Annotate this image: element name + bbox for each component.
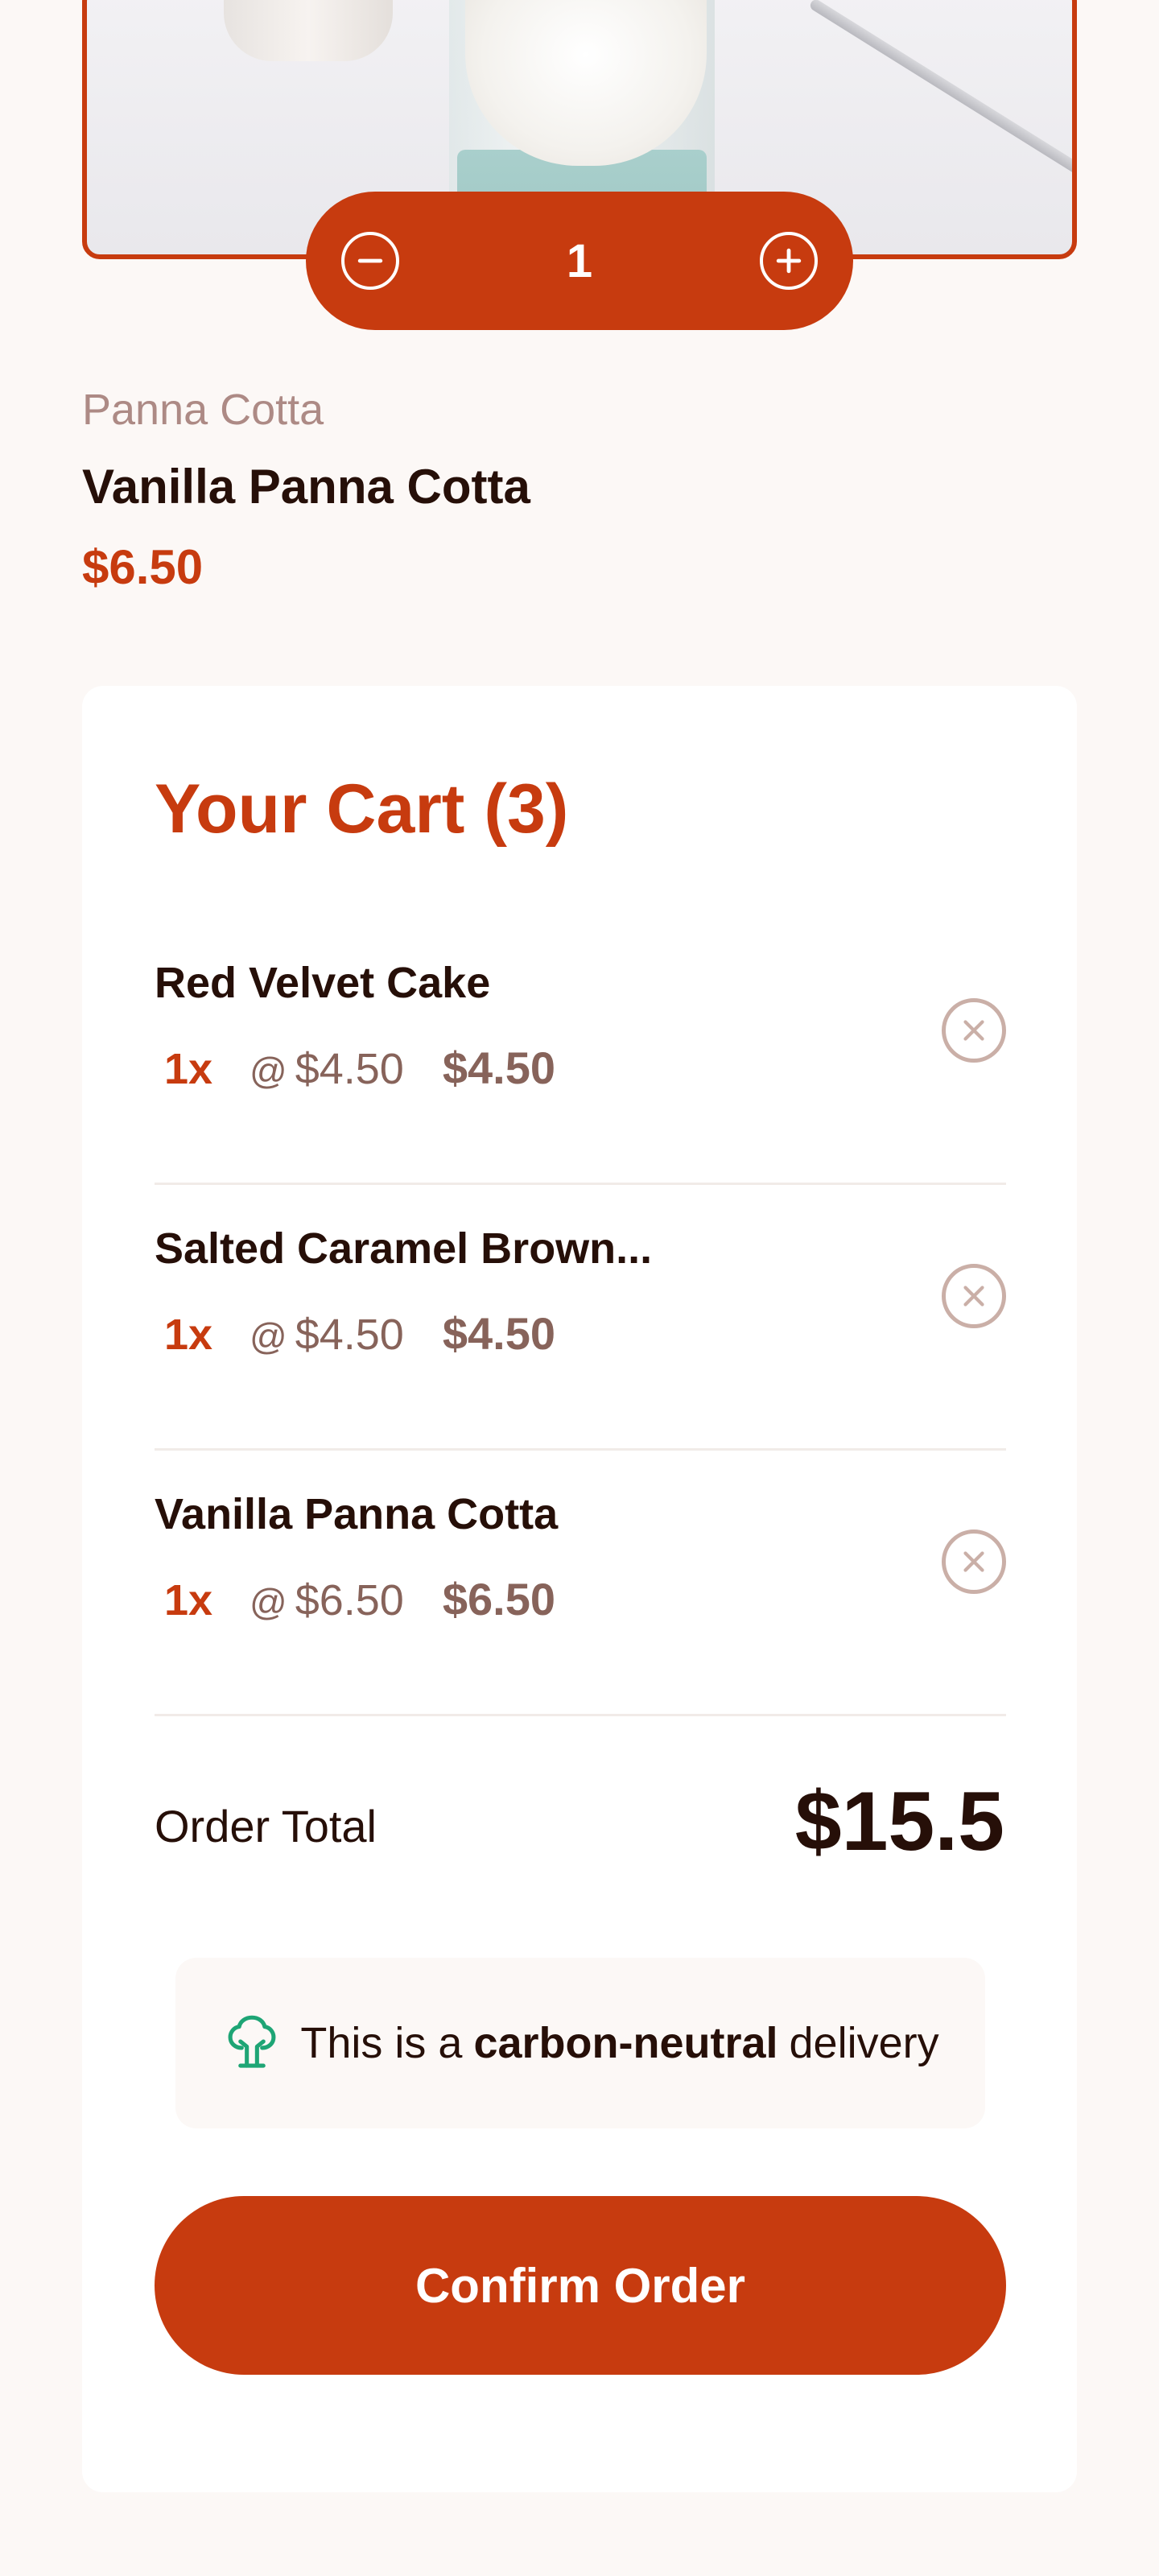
cart-item-name: Salted Caramel Brown... <box>155 1224 653 1273</box>
cart-item-qty: 1x <box>164 1576 213 1624</box>
confirm-order-button[interactable]: Confirm Order <box>155 2196 1006 2375</box>
cart-item-unit-price: $6.50 <box>295 1576 404 1624</box>
remove-item-button[interactable] <box>942 1264 1006 1328</box>
cart-item-total: $4.50 <box>442 1042 555 1093</box>
cart-panel: Your Cart (3) Red Velvet Cake 1x @ $4.50… <box>82 686 1077 2492</box>
cart-item-unit-price: $4.50 <box>295 1311 404 1359</box>
at-symbol: @ <box>250 1315 287 1357</box>
plus-circle-icon <box>776 248 802 274</box>
carbon-neutral-notice: This is a carbon-neutral delivery <box>175 1958 985 2128</box>
decrement-button[interactable] <box>341 232 399 290</box>
quantity-stepper: 1 <box>306 192 853 330</box>
cart-item-meta: 1x @ $4.50 $4.50 <box>155 1307 555 1360</box>
cart-item-qty: 1x <box>164 1045 213 1093</box>
at-symbol: @ <box>250 1050 287 1092</box>
cart-title: Your Cart (3) <box>155 770 569 848</box>
cart-item-meta: 1x @ $4.50 $4.50 <box>155 1042 555 1094</box>
remove-item-button[interactable] <box>942 998 1006 1063</box>
increment-button[interactable] <box>759 232 818 290</box>
cart-item: Salted Caramel Brown... 1x @ $4.50 $4.50 <box>155 1185 1006 1451</box>
order-total-label: Order Total <box>155 1801 377 1852</box>
minus-circle-icon <box>357 258 383 263</box>
cart-item: Vanilla Panna Cotta 1x @ $6.50 $6.50 <box>155 1451 1006 1716</box>
product-price: $6.50 <box>82 540 204 594</box>
cart-item-meta: 1x @ $6.50 $6.50 <box>155 1573 555 1625</box>
cart-item: Red Velvet Cake 1x @ $4.50 $4.50 <box>155 919 1006 1185</box>
at-symbol: @ <box>250 1581 287 1623</box>
product-name: Vanilla Panna Cotta <box>82 460 530 514</box>
cart-item-unit-price: $4.50 <box>295 1045 404 1093</box>
order-total-value: $15.5 <box>794 1775 1004 1868</box>
cart-item-qty: 1x <box>164 1311 213 1359</box>
tree-icon <box>221 2011 283 2076</box>
cart-item-name: Red Velvet Cake <box>155 959 491 1007</box>
spoon <box>808 0 1072 187</box>
quantity-value: 1 <box>566 234 593 287</box>
product-category: Panna Cotta <box>82 386 324 434</box>
carbon-neutral-text: This is a carbon-neutral delivery <box>300 2019 939 2067</box>
background-jar <box>224 0 393 61</box>
x-circle-icon <box>963 1286 984 1307</box>
cart-item-total: $4.50 <box>442 1308 555 1359</box>
x-circle-icon <box>963 1551 984 1572</box>
remove-item-button[interactable] <box>942 1530 1006 1594</box>
cart-item-name: Vanilla Panna Cotta <box>155 1490 559 1538</box>
cart-item-total: $6.50 <box>442 1574 555 1624</box>
x-circle-icon <box>963 1020 984 1041</box>
